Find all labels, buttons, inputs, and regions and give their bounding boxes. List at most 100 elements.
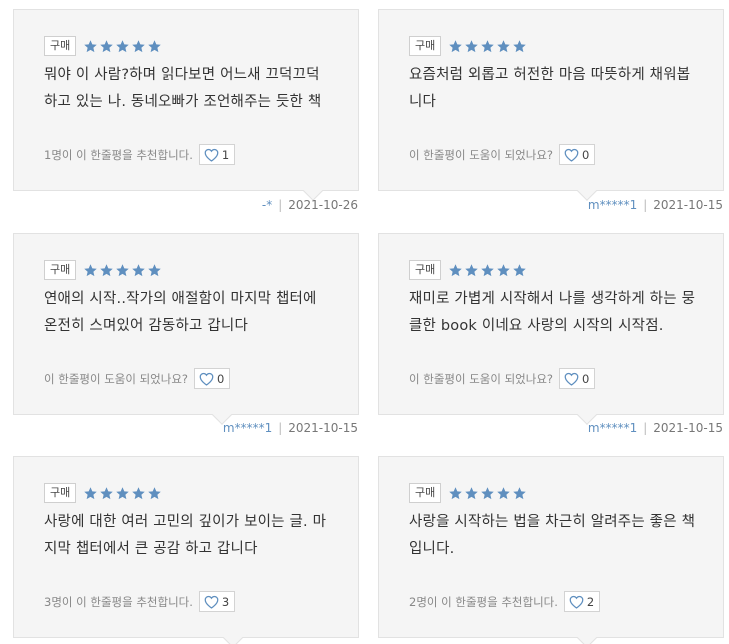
star-icon: [497, 39, 510, 52]
like-count: 0: [582, 371, 590, 386]
review-text: 사랑에 대한 여러 고민의 깊이가 보이는 글. 마지막 챕터에서 큰 공감 하…: [44, 514, 327, 557]
card-tail: [577, 628, 597, 644]
star-icon: [481, 263, 494, 276]
recommend-text: 3명이 이 한줄평을 추천합니다.: [44, 594, 193, 609]
review-meta: -* | 2021-10-26: [262, 198, 358, 212]
purchase-badge: 구매: [409, 260, 442, 280]
star-icon: [481, 39, 494, 52]
star-rating: [448, 263, 527, 278]
recommend-text: 2명이 이 한줄평을 추천합니다.: [409, 594, 558, 609]
star-icon: [497, 263, 510, 276]
star-icon: [465, 263, 478, 276]
star-icon: [148, 263, 161, 276]
star-icon: [132, 486, 145, 499]
heart-icon: [564, 148, 579, 162]
heart-icon: [204, 148, 219, 162]
star-icon: [116, 263, 129, 276]
recommend-row: 3명이 이 한줄평을 추천합니다. 3: [44, 591, 236, 612]
like-button[interactable]: 3: [198, 591, 236, 612]
like-button[interactable]: 1: [198, 144, 236, 165]
star-icon: [513, 263, 526, 276]
heart-icon: [569, 595, 584, 609]
review-text: 사랑을 시작하는 법을 차근히 알려주는 좋은 책입니다.: [409, 514, 696, 557]
meta-divider: |: [643, 421, 648, 435]
star-rating: [448, 486, 527, 501]
star-icon: [481, 486, 494, 499]
recommend-row: 이 한줄평이 도움이 되었나요? 0: [44, 368, 231, 389]
star-icon: [100, 486, 113, 499]
recommend-text: 1명이 이 한줄평을 추천합니다.: [44, 147, 193, 162]
purchase-badge: 구매: [409, 36, 442, 56]
star-icon: [132, 39, 145, 52]
purchase-badge: 구매: [44, 36, 77, 56]
like-button[interactable]: 0: [194, 368, 231, 389]
star-icon: [132, 263, 145, 276]
review-card: 구매 연애의 시작..작가의 애절함이 마지막 챕터에 온전히 스며있어 감동하…: [13, 233, 359, 425]
like-count: 0: [582, 147, 590, 162]
star-icon: [449, 486, 462, 499]
review-card: 구매 사랑에 대한 여러 고민의 깊이가 보이는 글. 마지막 챕터에서 큰 공…: [13, 456, 359, 644]
heart-icon: [564, 372, 579, 386]
star-icon: [449, 39, 462, 52]
star-icon: [148, 39, 161, 52]
review-date: 2021-10-15: [653, 421, 723, 435]
review-text: 요즘처럼 외롭고 허전한 마음 따뜻하게 채워봅니다: [409, 67, 691, 110]
recommend-row: 이 한줄평이 도움이 되었나요? 0: [409, 368, 596, 389]
review-card: 구매 사랑을 시작하는 법을 차근히 알려주는 좋은 책입니다. 2명이 이 한…: [378, 456, 724, 644]
star-icon: [116, 39, 129, 52]
reviewer-name[interactable]: m*****1: [223, 421, 272, 435]
review-meta: m*****1 | 2021-10-15: [588, 198, 723, 212]
like-button[interactable]: 2: [563, 591, 601, 612]
card-tail: [223, 628, 243, 644]
like-count: 3: [221, 594, 230, 609]
meta-divider: |: [278, 421, 283, 435]
review-date: 2021-10-15: [653, 198, 723, 212]
recommend-row: 2명이 이 한줄평을 추천합니다. 2: [409, 591, 601, 612]
purchase-badge: 구매: [409, 483, 442, 503]
reviewer-name[interactable]: m*****1: [588, 198, 637, 212]
star-icon: [116, 486, 129, 499]
review-meta: m*****1 | 2021-10-15: [588, 421, 723, 435]
heart-icon: [199, 372, 214, 386]
star-icon: [84, 39, 97, 52]
recommend-text: 이 한줄평이 도움이 되었나요?: [409, 147, 554, 162]
heart-icon: [204, 595, 219, 609]
review-card: 구매 뭐야 이 사람?하며 읽다보면 어느새 끄덕끄덕 하고 있는 나. 동네오…: [13, 9, 359, 201]
star-icon: [513, 39, 526, 52]
like-count: 2: [586, 594, 595, 609]
star-icon: [100, 39, 113, 52]
star-icon: [465, 39, 478, 52]
star-icon: [513, 486, 526, 499]
review-text: 연애의 시작..작가의 애절함이 마지막 챕터에 온전히 스며있어 감동하고 갑…: [44, 291, 317, 334]
star-icon: [497, 486, 510, 499]
review-meta: m*****1 | 2021-10-15: [223, 421, 358, 435]
review-date: 2021-10-26: [288, 198, 358, 212]
recommend-row: 이 한줄평이 도움이 되었나요? 0: [409, 144, 596, 165]
recommend-text: 이 한줄평이 도움이 되었나요?: [409, 371, 554, 386]
star-rating: [83, 39, 162, 54]
like-button[interactable]: 0: [559, 144, 596, 165]
star-icon: [148, 486, 161, 499]
like-count: 0: [217, 371, 225, 386]
like-count: 1: [221, 147, 230, 162]
review-text: 재미로 가볍게 시작해서 나를 생각하게 하는 뭉클한 book 이네요 사랑의…: [409, 291, 696, 334]
like-button[interactable]: 0: [559, 368, 596, 389]
review-card: 구매 요즘처럼 외롭고 허전한 마음 따뜻하게 채워봅니다 이 한줄평이 도움이…: [378, 9, 724, 201]
recommend-row: 1명이 이 한줄평을 추천합니다. 1: [44, 144, 236, 165]
reviewer-name[interactable]: -*: [262, 198, 272, 212]
meta-divider: |: [278, 198, 283, 212]
meta-divider: |: [643, 198, 648, 212]
star-rating: [448, 39, 527, 54]
purchase-badge: 구매: [44, 483, 77, 503]
reviewer-name[interactable]: m*****1: [588, 421, 637, 435]
review-card: 구매 재미로 가볍게 시작해서 나를 생각하게 하는 뭉클한 book 이네요 …: [378, 233, 724, 425]
star-icon: [465, 486, 478, 499]
review-date: 2021-10-15: [288, 421, 358, 435]
star-rating: [83, 263, 162, 278]
star-icon: [84, 263, 97, 276]
recommend-text: 이 한줄평이 도움이 되었나요?: [44, 371, 189, 386]
star-icon: [100, 263, 113, 276]
purchase-badge: 구매: [44, 260, 77, 280]
star-rating: [83, 486, 162, 501]
review-text: 뭐야 이 사람?하며 읽다보면 어느새 끄덕끄덕 하고 있는 나. 동네오빠가 …: [44, 67, 322, 110]
